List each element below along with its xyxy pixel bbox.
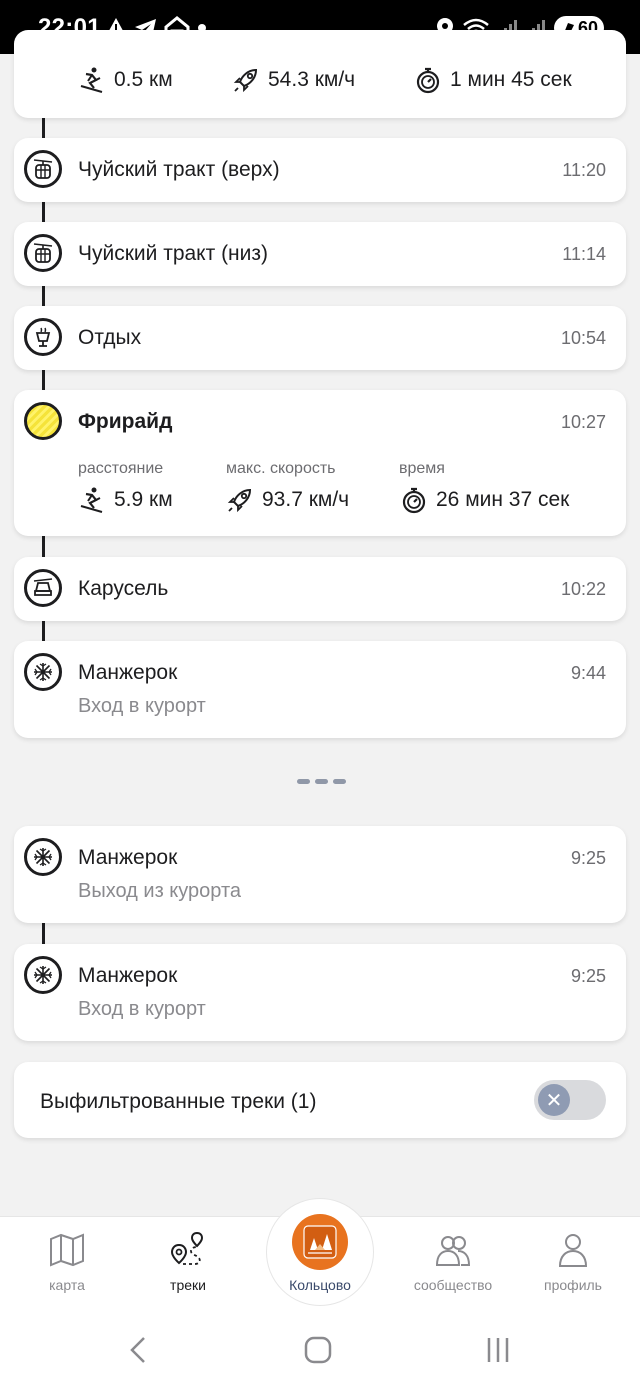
freeride-color-dot (24, 402, 62, 440)
tab-profile[interactable]: профиль (518, 1217, 628, 1312)
home-circle-icon (304, 1336, 332, 1364)
mulled-drink-icon (35, 327, 51, 347)
event-title: Чуйский тракт (верх) (78, 158, 280, 181)
event-title: Чуйский тракт (низ) (78, 242, 269, 265)
recents-icon (487, 1338, 509, 1362)
resort-logo-icon (303, 1225, 337, 1259)
event-time: 9:25 (570, 848, 606, 868)
filtered-tracks-card: Выфильтрованные треки (1) ✕ (14, 1062, 626, 1138)
event-time: 11:20 (562, 160, 606, 180)
event-title: Фрирайд (78, 410, 173, 433)
system-nav-bar (0, 1311, 640, 1387)
stat-label-speed: макс. скорость (226, 460, 336, 477)
map-icon (50, 1233, 84, 1267)
event-time: 10:54 (560, 328, 606, 348)
event-time: 9:44 (570, 663, 606, 683)
tab-community[interactable]: сообщество (398, 1217, 508, 1312)
stat-max-speed: 54.3 км/ч (268, 68, 356, 91)
rocket-icon (227, 488, 252, 513)
event-card-resort-enter[interactable]: Манжерок 9:25 Вход в курорт (14, 944, 626, 1041)
event-subtitle: Вход в курорт (78, 695, 206, 717)
skier-icon (80, 487, 103, 513)
gondola-icon (33, 159, 53, 179)
tab-label: треки (170, 1277, 206, 1293)
snowflake-icon (34, 848, 52, 866)
event-card-freeride[interactable]: Фрирайд 10:27 расстояние макс. скорость … (14, 390, 626, 536)
event-title: Отдых (78, 326, 142, 349)
event-card-lift-top[interactable]: Чуйский тракт (верх) 11:20 (14, 138, 626, 202)
event-title: Карусель (78, 577, 169, 600)
tab-map[interactable]: карта (12, 1217, 122, 1312)
stat-duration: 26 мин 37 сек (436, 488, 570, 511)
event-title: Манжерок (78, 846, 178, 869)
stopwatch-icon (416, 67, 440, 94)
stat-label-distance: расстояние (78, 460, 164, 477)
recents-button[interactable] (478, 1333, 518, 1367)
rocket-icon (233, 68, 258, 93)
resort-logo-button[interactable] (292, 1214, 348, 1270)
stopwatch-icon (402, 487, 426, 514)
event-subtitle: Вход в курорт (78, 998, 206, 1020)
event-card-lift-bottom[interactable]: Чуйский тракт (низ) 11:14 (14, 222, 626, 286)
back-button[interactable] (118, 1333, 158, 1367)
tab-label: карта (49, 1277, 85, 1293)
event-subtitle: Выход из курорта (78, 880, 242, 902)
event-time: 10:22 (560, 579, 606, 599)
segment-stats-card[interactable]: 0.5 км 54.3 км/ч 1 мин 45 сек (14, 30, 626, 118)
tab-tracks[interactable]: треки (133, 1217, 243, 1312)
stat-distance: 0.5 км (114, 68, 173, 91)
event-time: 9:25 (570, 966, 606, 986)
tab-label: сообщество (413, 1277, 493, 1293)
filtered-tracks-label: Выфильтрованные треки (1) (40, 1090, 317, 1113)
community-icon (435, 1236, 471, 1266)
gondola-icon (33, 243, 53, 263)
event-card-resort-enter[interactable]: Манжерок 9:44 Вход в курорт (14, 641, 626, 738)
event-time: 11:14 (562, 244, 606, 264)
snowflake-icon (34, 966, 52, 984)
event-card-carousel[interactable]: Карусель 10:22 (14, 557, 626, 621)
profile-icon (558, 1234, 588, 1267)
home-button[interactable] (298, 1333, 338, 1367)
tracks-icon (170, 1231, 204, 1265)
tab-label: профиль (544, 1277, 602, 1293)
event-title: Манжерок (78, 964, 178, 987)
chairlift-icon (33, 578, 53, 596)
stat-distance: 5.9 км (114, 488, 173, 511)
close-icon: ✕ (538, 1084, 570, 1116)
chevron-left-icon (130, 1337, 145, 1363)
filtered-tracks-toggle[interactable]: ✕ (534, 1080, 606, 1120)
collapsed-gap-indicator[interactable] (297, 779, 346, 784)
tab-center-label: Кольцово (289, 1277, 351, 1293)
stat-time: 1 мин 45 сек (450, 68, 572, 91)
stat-label-time: время (399, 460, 445, 477)
event-card-resort-exit[interactable]: Манжерок 9:25 Выход из курорта (14, 826, 626, 923)
event-time: 10:27 (560, 412, 606, 432)
skier-icon (80, 67, 103, 93)
snowflake-icon (34, 663, 52, 681)
stat-max-speed: 93.7 км/ч (262, 488, 350, 511)
event-title: Манжерок (78, 661, 178, 684)
event-card-rest[interactable]: Отдых 10:54 (14, 306, 626, 370)
